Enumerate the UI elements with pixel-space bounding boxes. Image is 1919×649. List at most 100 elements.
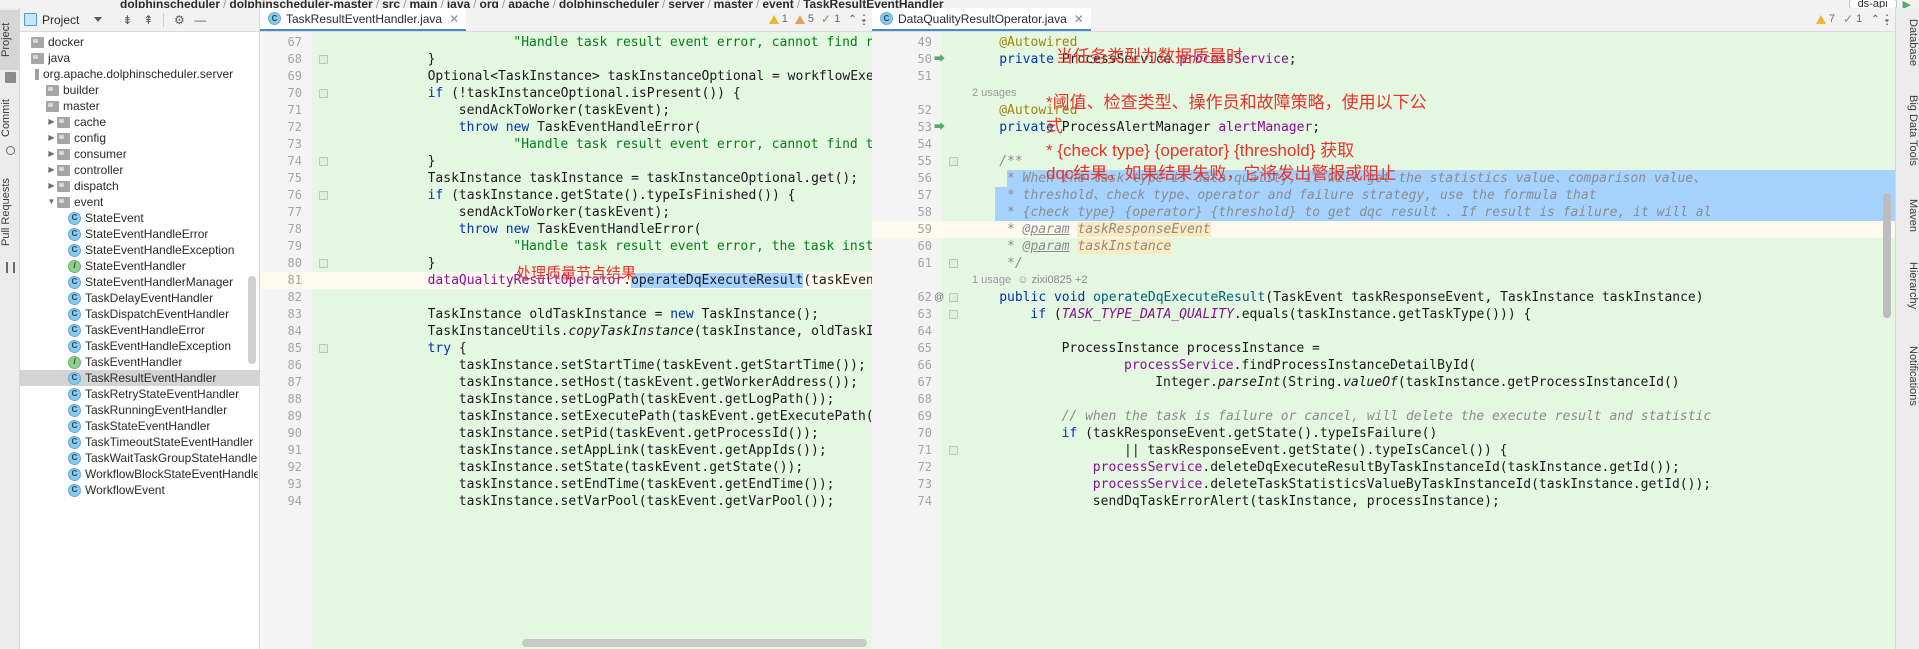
code-line[interactable]: taskInstance.setAppLink(taskEvent.getApp… bbox=[459, 442, 827, 459]
code-line[interactable]: dataQualityResultOperator.operateDqExecu… bbox=[428, 272, 872, 289]
code-line[interactable]: "Handle task result event error, cannot … bbox=[513, 136, 872, 153]
chevron-down-icon[interactable] bbox=[94, 17, 103, 22]
fold-marker-icon[interactable] bbox=[949, 293, 958, 302]
tree-item-workflowblockstateeventhandler[interactable]: C WorkflowBlockStateEventHandler bbox=[20, 466, 260, 482]
tree-item-event[interactable]: ▼ event bbox=[20, 194, 260, 210]
rail-item-maven[interactable]: Maven bbox=[1895, 190, 1919, 242]
chevron-right-icon[interactable]: ▶ bbox=[46, 146, 57, 162]
tree-item-stateevent[interactable]: C StateEvent bbox=[20, 210, 260, 226]
code-line[interactable]: throw new TaskEventHandleError( bbox=[459, 119, 702, 136]
run-icon[interactable]: ▶ bbox=[1903, 0, 1911, 8]
close-icon[interactable]: ✕ bbox=[1074, 12, 1084, 26]
breadcrumb-item[interactable]: apache bbox=[508, 0, 549, 8]
tree-item-consumer[interactable]: ▶ consumer bbox=[20, 146, 260, 162]
code-line[interactable]: taskInstance.setExecutePath(taskEvent.ge… bbox=[459, 408, 872, 425]
code-line[interactable]: sendAckToWorker(taskEvent); bbox=[459, 102, 670, 119]
code-line[interactable]: processService.findProcessInstanceDetail… bbox=[1124, 357, 1476, 374]
tree-item-builder[interactable]: builder bbox=[20, 82, 260, 98]
code-line[interactable]: || taskResponseEvent.getState().typeIsCa… bbox=[1124, 442, 1508, 459]
rail-item-pull-requests[interactable]: Pull Requests bbox=[0, 164, 20, 260]
tree-item-taskresulteventhandler[interactable]: C TaskResultEventHandler bbox=[20, 370, 260, 386]
tree-item-taskretrystateeventhandler[interactable]: C TaskRetryStateEventHandler bbox=[20, 386, 260, 402]
breadcrumb-item[interactable]: src bbox=[382, 0, 400, 8]
tree-item-controller[interactable]: ▶ controller bbox=[20, 162, 260, 178]
inspection-widget-right[interactable]: 7 ✓ 1 ⌃ ⌄ bbox=[1815, 12, 1891, 26]
breadcrumb-item[interactable]: dolphinscheduler bbox=[559, 0, 659, 8]
code-line[interactable]: processService.deleteDqExecuteResultByTa… bbox=[1093, 459, 1680, 476]
breadcrumb-item[interactable]: event bbox=[762, 0, 793, 8]
code-line[interactable]: taskInstance.setHost(taskEvent.getWorker… bbox=[459, 374, 858, 391]
annotation-marker-icon[interactable]: @ bbox=[934, 289, 944, 306]
code-line[interactable]: taskInstance.setState(taskEvent.getState… bbox=[459, 459, 803, 476]
rail-item-commit[interactable]: Commit bbox=[0, 90, 20, 146]
code-line[interactable]: TaskInstance oldTaskInstance = new TaskI… bbox=[428, 306, 819, 323]
code-line[interactable]: try { bbox=[428, 340, 467, 357]
code-line[interactable]: */ bbox=[1007, 255, 1023, 272]
tree-item-org-apache-dolphinscheduler-server[interactable]: org.apache.dolphinscheduler.server bbox=[20, 66, 260, 82]
code-line[interactable]: Integer.parseInt(String.valueOf(taskInst… bbox=[1155, 374, 1679, 391]
code-line[interactable]: sendAckToWorker(taskEvent); bbox=[459, 204, 670, 221]
tree-item-tasktimeoutstateeventhandler[interactable]: C TaskTimeoutStateEventHandler bbox=[20, 434, 260, 450]
code-line[interactable]: * threshold、check type、operator and fail… bbox=[1007, 187, 1597, 204]
chevron-down-icon[interactable]: ▼ bbox=[46, 194, 57, 210]
code-line[interactable]: processService.deleteTaskStatisticsValue… bbox=[1093, 476, 1711, 493]
rail-item-big-data-tools[interactable]: Big Data Tools bbox=[1895, 84, 1919, 176]
tree-item-config[interactable]: ▶ config bbox=[20, 130, 260, 146]
tab-data-quality-result-operator[interactable]: C DataQualityResultOperator.java ✕ bbox=[872, 8, 1091, 31]
tree-item-taskdispatcheventhandler[interactable]: C TaskDispatchEventHandler bbox=[20, 306, 260, 322]
project-tree-scrollbar[interactable] bbox=[248, 276, 256, 364]
rail-item-project[interactable]: Project bbox=[0, 10, 20, 70]
gear-icon[interactable]: ⚙ bbox=[171, 12, 187, 28]
editor-right-vscrollbar[interactable] bbox=[1883, 193, 1891, 318]
fold-marker-icon[interactable] bbox=[319, 344, 328, 353]
usage-hint[interactable]: 2 usages bbox=[972, 85, 1017, 102]
code-line[interactable]: sendDqTaskErrorAlert(taskInstance, proce… bbox=[1093, 493, 1500, 510]
chevron-down-icon[interactable]: ⌄ bbox=[860, 14, 868, 25]
code-line[interactable]: "Handle task result event error, the tas… bbox=[513, 238, 872, 255]
rail-item-notifications[interactable]: Notifications bbox=[1895, 334, 1919, 418]
fold-gutter-left[interactable] bbox=[312, 32, 334, 649]
tree-item-dispatch[interactable]: ▶ dispatch bbox=[20, 178, 260, 194]
code-line[interactable]: taskInstance.setPid(taskEvent.getProcess… bbox=[459, 425, 819, 442]
fold-marker-icon[interactable] bbox=[949, 157, 958, 166]
chevron-right-icon[interactable]: ▶ bbox=[46, 162, 57, 178]
code-line[interactable]: /** bbox=[999, 153, 1022, 170]
fold-gutter-right[interactable] bbox=[942, 32, 968, 649]
breadcrumb-item[interactable]: org bbox=[480, 0, 499, 8]
tree-item-java[interactable]: java bbox=[20, 50, 260, 66]
code-line[interactable]: * @param taskResponseEvent bbox=[1007, 221, 1211, 238]
chevron-down-icon[interactable]: ⌄ bbox=[1883, 14, 1891, 25]
code-line[interactable]: // when the task is failure or cancel, w… bbox=[1062, 408, 1712, 425]
top-right-toolbar[interactable]: ds-api ▶ bbox=[1499, 0, 1919, 8]
inspection-widget-left[interactable]: 1 5 ✓ 1 ⌃ ⌄ bbox=[768, 12, 868, 26]
tree-item-master[interactable]: master bbox=[20, 98, 260, 114]
code-line[interactable]: TaskInstance taskInstance = taskInstance… bbox=[428, 170, 858, 187]
chevron-up-icon[interactable]: ⌃ bbox=[848, 14, 856, 25]
tree-item-cache[interactable]: ▶ cache bbox=[20, 114, 260, 130]
code-line[interactable]: ProcessInstance processInstance = bbox=[1062, 340, 1320, 357]
tree-item-workflowevent[interactable]: C WorkflowEvent bbox=[20, 482, 260, 498]
tree-item-taskeventhandleexception[interactable]: C TaskEventHandleException bbox=[20, 338, 260, 354]
fold-marker-icon[interactable] bbox=[319, 259, 328, 268]
tree-item-docker[interactable]: docker bbox=[20, 34, 260, 50]
editor-left-hscrollbar[interactable] bbox=[522, 639, 867, 647]
code-line[interactable]: TaskInstanceUtils.copyTaskInstance(taskI… bbox=[428, 323, 872, 340]
close-icon[interactable]: ✕ bbox=[449, 12, 459, 26]
code-line[interactable]: if (taskResponseEvent.getState().typeIsF… bbox=[1062, 425, 1438, 442]
code-line[interactable]: } bbox=[428, 255, 436, 272]
fold-marker-icon[interactable] bbox=[319, 89, 328, 98]
breadcrumb-item[interactable]: master bbox=[714, 0, 753, 8]
tree-item-stateeventhandler[interactable]: I StateEventHandler bbox=[20, 258, 260, 274]
fold-marker-icon[interactable] bbox=[949, 310, 958, 319]
fold-marker-icon[interactable] bbox=[319, 55, 328, 64]
fold-marker-icon[interactable] bbox=[949, 259, 958, 268]
rail-item-hierarchy[interactable]: Hierarchy bbox=[1895, 254, 1919, 318]
fold-marker-icon[interactable] bbox=[949, 446, 958, 455]
code-line[interactable]: * @param taskInstance bbox=[1007, 238, 1172, 255]
hide-icon[interactable]: — bbox=[192, 12, 208, 28]
code-line[interactable]: taskInstance.setLogPath(taskEvent.getLog… bbox=[459, 391, 835, 408]
tree-item-taskwaittaskgroupstatehandler[interactable]: C TaskWaitTaskGroupStateHandler bbox=[20, 450, 260, 466]
breadcrumb-item[interactable]: server bbox=[668, 0, 704, 8]
tree-item-taskdelayeventhandler[interactable]: C TaskDelayEventHandler bbox=[20, 290, 260, 306]
fold-marker-icon[interactable] bbox=[319, 157, 328, 166]
